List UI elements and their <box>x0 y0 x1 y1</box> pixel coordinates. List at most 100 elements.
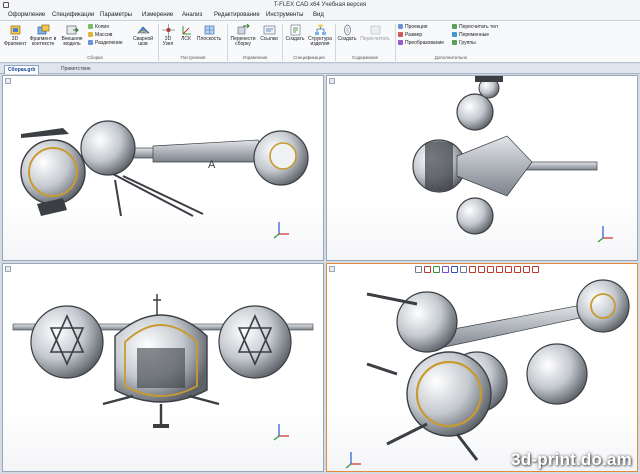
viewport-menu-icon[interactable] <box>329 78 335 84</box>
create-content-button[interactable]: Создать <box>337 24 357 42</box>
create-spec-icon <box>290 24 300 36</box>
lsk-button[interactable]: ЛСК <box>178 24 194 42</box>
copy-button[interactable]: Копия <box>88 24 109 31</box>
viewport-tool-icon[interactable] <box>478 266 485 273</box>
viewport-perspective[interactable] <box>326 263 638 472</box>
group-contents-label: Содержание <box>351 55 379 60</box>
group-building-label: Построения <box>180 55 206 60</box>
external-model-icon <box>66 25 79 35</box>
viewport-tool-icon[interactable] <box>523 266 530 273</box>
menu-tab-design[interactable]: Оформление <box>8 10 45 21</box>
fragment-context-label: Фрагмент в контексте <box>29 36 57 47</box>
doc-tab-welcome[interactable]: Приветствие <box>58 65 94 74</box>
variables-button[interactable]: Переменные <box>452 32 489 39</box>
svg-text:A: A <box>208 159 216 171</box>
create-content-label: Создать <box>337 36 357 42</box>
size-button[interactable]: Размер <box>398 32 422 39</box>
node-3d-label: 3D Узел <box>162 36 174 47</box>
axis-triad-top <box>597 226 613 243</box>
fragment-3d-label: 3D Фрагмент <box>4 36 27 47</box>
projection-label: Проекция <box>405 24 428 30</box>
viewport-tool-icon[interactable] <box>415 266 422 273</box>
menu-tab-parameters[interactable]: Параметры <box>100 10 132 21</box>
menu-tab-view[interactable]: Вид <box>313 10 324 21</box>
recalc-bodies-button[interactable]: Пересчитать тел <box>452 24 498 31</box>
variables-icon <box>452 32 457 37</box>
links-button[interactable]: Ссылки <box>258 24 280 42</box>
undefined <box>412 76 613 243</box>
viewport-menu-icon[interactable] <box>5 78 11 84</box>
create-label: Создать <box>285 36 305 42</box>
menu-tab-tools[interactable]: Инструменты <box>266 10 303 21</box>
model-top-view <box>412 76 598 235</box>
size-label: Размер <box>405 32 423 38</box>
model-perspective-view <box>366 279 630 461</box>
split-icon <box>88 40 93 45</box>
split-button[interactable]: Разделение <box>88 40 123 47</box>
axis-triad-front <box>273 424 289 441</box>
viewport-menu-icon[interactable] <box>329 266 335 272</box>
viewport-tool-icon[interactable] <box>496 266 503 273</box>
group-separator <box>158 24 159 61</box>
fragment-context-button[interactable]: Фрагмент в контексте <box>28 24 58 47</box>
viewport-tool-icon[interactable] <box>424 266 431 273</box>
axis-triad-perspective <box>345 452 361 469</box>
node-3d-button[interactable]: 3D Узел <box>160 24 176 47</box>
title-bar: T-FLEX CAD x64 Учебная версия <box>0 0 640 10</box>
viewport-front[interactable] <box>2 263 324 472</box>
plane-button[interactable]: Плоскость <box>196 24 222 42</box>
viewport-tool-icon[interactable] <box>433 266 440 273</box>
transform-label: Преобразование <box>405 40 445 46</box>
undefined <box>345 279 630 469</box>
lsk-label: ЛСК <box>181 36 191 42</box>
recalculate-button[interactable]: Пересчитать <box>358 24 392 42</box>
menu-tab-analysis[interactable]: Анализ <box>182 10 202 21</box>
menu-tab-edit[interactable]: Редактирование <box>214 10 260 21</box>
transform-button[interactable]: Преобразование <box>398 40 444 47</box>
viewport-tool-icon[interactable] <box>442 266 449 273</box>
move-assembly-button[interactable]: Перенести сборку <box>229 24 257 47</box>
doc-tab-welcome-label: Приветствие <box>61 66 91 72</box>
window-title: T-FLEX CAD x64 Учебная версия <box>273 2 367 8</box>
size-icon <box>398 32 403 37</box>
external-model-button[interactable]: Внешняя модель <box>59 24 85 47</box>
create-button[interactable]: Создать <box>284 24 306 42</box>
groups-button[interactable]: Группы <box>452 40 476 47</box>
group-separator <box>335 24 336 61</box>
group-separator <box>227 24 228 61</box>
group-assembly-label: Сборка <box>87 55 103 60</box>
viewport-tool-icon[interactable] <box>532 266 539 273</box>
group-separator <box>395 24 396 61</box>
weld-seam-button[interactable]: Сварной шов <box>130 24 156 47</box>
viewport-tool-icon[interactable] <box>487 266 494 273</box>
projection-icon <box>398 24 403 29</box>
menu-tab-specifications[interactable]: Спецификации <box>52 10 94 21</box>
model-front-view <box>12 294 314 428</box>
structure-button[interactable]: Структура изделия <box>307 24 333 47</box>
viewport-tool-icon[interactable] <box>505 266 512 273</box>
viewport-side[interactable]: A <box>2 75 324 261</box>
viewport-menu-icon[interactable] <box>5 266 11 272</box>
groups-icon <box>452 40 457 45</box>
move-assembly-icon <box>237 24 250 35</box>
lsk-icon <box>182 26 191 35</box>
menu-tab-measure[interactable]: Измерение <box>142 10 173 21</box>
undefined: A <box>20 120 309 239</box>
viewport-tool-icon[interactable] <box>514 266 521 273</box>
variables-label: Переменные <box>459 32 490 38</box>
fragment-3d-button[interactable]: 3D Фрагмент <box>4 24 26 47</box>
split-label: Разделение <box>95 40 123 46</box>
viewport-tool-icon[interactable] <box>451 266 458 273</box>
external-model-label: Внешняя модель <box>61 36 83 47</box>
fragment-context-icon <box>37 24 49 35</box>
array-button[interactable]: Массив <box>88 32 112 39</box>
viewport-tool-icon[interactable] <box>460 266 467 273</box>
doc-tab-assembly[interactable]: Сборка.grb <box>4 65 40 74</box>
viewport-top[interactable] <box>326 75 638 261</box>
recalc-bodies-label: Пересчитать тел <box>459 24 498 30</box>
recalc-bodies-icon <box>452 24 457 29</box>
projection-button[interactable]: Проекция <box>398 24 428 31</box>
viewport-tool-icon[interactable] <box>469 266 476 273</box>
undefined <box>12 294 314 441</box>
weld-seam-icon <box>136 26 150 34</box>
